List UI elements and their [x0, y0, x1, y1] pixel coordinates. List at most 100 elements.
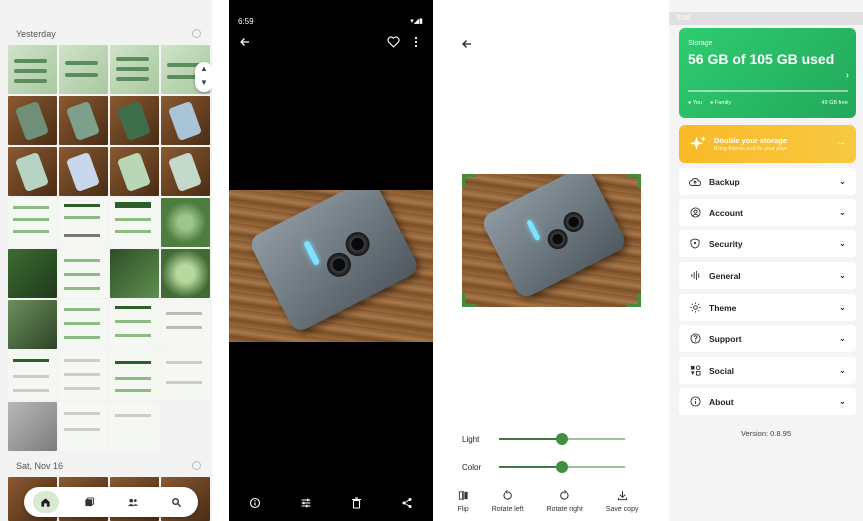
photo-thumb[interactable]	[59, 96, 108, 145]
double-storage-subtitle: Bring friends and fix your plan	[714, 146, 787, 152]
photo-thumb[interactable]	[59, 45, 108, 94]
share-icon[interactable]	[401, 497, 413, 509]
photo-editor-screen: Light Color Flip Rotate left Rotate righ…	[446, 0, 650, 521]
settings-item-theme[interactable]: Theme ⌄	[679, 294, 856, 321]
photo-thumb[interactable]	[161, 249, 210, 298]
double-storage-card[interactable]: Double your storage Bring friends and fi…	[679, 125, 856, 163]
storage-used-text: 56 GB of 105 GB used	[688, 51, 835, 67]
photo-thumb[interactable]	[161, 198, 210, 247]
crop-handle-top-right[interactable]	[627, 174, 641, 188]
nav-albums-button[interactable]	[76, 491, 102, 513]
photo-thumb[interactable]	[161, 300, 210, 349]
settings-item-account[interactable]: Account ⌄	[679, 199, 856, 226]
phone-in-photo	[479, 174, 629, 301]
storage-caption: Storage	[688, 40, 713, 47]
section-label-yesterday: Yesterday	[16, 29, 56, 39]
photo-thumb[interactable]	[110, 249, 159, 298]
photo-thumb[interactable]	[110, 402, 159, 451]
rotate-left-label: Rotate left	[491, 506, 524, 513]
legend-family: ● Family	[710, 100, 732, 106]
select-all-nov-16-icon[interactable]	[192, 461, 201, 470]
cloud-upload-icon	[689, 177, 701, 186]
settings-item-about[interactable]: About ⌄	[679, 388, 856, 415]
color-slider[interactable]	[499, 461, 625, 473]
rotate-left-icon	[503, 490, 512, 500]
info-icon	[689, 396, 701, 407]
status-icons: ▾◢▮	[410, 18, 423, 25]
photo-thumb[interactable]	[161, 96, 210, 145]
chevron-down-icon: ⌄	[838, 333, 846, 343]
rotate-left-button[interactable]: Rotate left	[492, 490, 524, 513]
crop-preview-photo[interactable]	[462, 174, 641, 307]
photo-thumb[interactable]	[8, 351, 57, 400]
adjust-icon[interactable]	[300, 497, 312, 509]
settings-item-security[interactable]: Security ⌄	[679, 230, 856, 257]
settings-item-support[interactable]: Support ⌄	[679, 325, 856, 352]
photo-thumb[interactable]	[8, 249, 57, 298]
photo-thumb[interactable]	[59, 249, 108, 298]
photo-thumb[interactable]	[59, 198, 108, 247]
nav-home-button[interactable]	[32, 491, 59, 513]
arrow-right-icon: →	[836, 137, 846, 148]
photo-thumb[interactable]	[8, 45, 57, 94]
photo-thumb[interactable]	[59, 402, 108, 451]
photo-thumb[interactable]	[110, 300, 159, 349]
photo-thumb[interactable]	[110, 45, 159, 94]
storage-usage-bar	[688, 90, 848, 92]
settings-item-backup[interactable]: Backup ⌄	[679, 168, 856, 195]
settings-item-label: About	[709, 396, 734, 407]
nav-people-button[interactable]	[120, 491, 146, 513]
photo-thumb[interactable]	[59, 351, 108, 400]
settings-item-label: General	[709, 270, 741, 281]
nav-search-button[interactable]	[163, 491, 189, 513]
crop-handle-bottom-right[interactable]	[627, 293, 641, 307]
sun-icon	[689, 302, 701, 313]
color-slider-thumb[interactable]	[556, 461, 568, 473]
photo-thumb[interactable]	[161, 147, 210, 196]
photo-thumb[interactable]	[110, 351, 159, 400]
delete-icon[interactable]	[351, 497, 362, 509]
back-arrow-icon[interactable]	[461, 38, 473, 50]
select-all-yesterday-icon[interactable]	[192, 29, 201, 38]
main-photo[interactable]	[229, 190, 433, 342]
editor-toolbar: Flip Rotate left Rotate right Save copy	[446, 490, 650, 513]
photo-thumb[interactable]	[110, 96, 159, 145]
photo-thumb[interactable]	[161, 351, 210, 400]
settings-item-general[interactable]: General ⌄	[679, 262, 856, 289]
photo-thumb[interactable]	[8, 300, 57, 349]
chevron-down-icon: ⌄	[838, 270, 846, 280]
photo-thumb[interactable]	[59, 147, 108, 196]
favorite-heart-icon[interactable]	[387, 36, 400, 48]
storage-card[interactable]: Storage 56 GB of 105 GB used › ● You ● F…	[679, 28, 856, 118]
rotate-right-label: Rotate right	[546, 506, 583, 513]
help-circle-icon	[689, 333, 701, 344]
equalizer-icon	[690, 270, 699, 281]
photo-thumb[interactable]	[8, 147, 57, 196]
rotate-right-button[interactable]: Rotate right	[547, 490, 583, 513]
more-options-icon[interactable]	[413, 36, 419, 48]
photo-thumb[interactable]	[110, 198, 159, 247]
flip-button[interactable]: Flip	[457, 490, 469, 513]
photo-thumb[interactable]	[8, 402, 57, 451]
photo-thumb[interactable]	[8, 198, 57, 247]
back-arrow-icon[interactable]	[239, 36, 251, 48]
rotate-right-icon	[560, 490, 569, 500]
light-slider-thumb[interactable]	[556, 433, 568, 445]
settings-item-social[interactable]: Social ⌄	[679, 357, 856, 384]
photo-library-icon	[85, 496, 94, 506]
status-time: 6:58	[677, 15, 691, 22]
viewer-action-bar	[229, 497, 433, 509]
photo-thumb[interactable]	[110, 147, 159, 196]
photo-thumb[interactable]	[8, 96, 57, 145]
light-slider[interactable]	[499, 433, 625, 445]
empty-thumb	[161, 402, 210, 451]
flip-label: Flip	[457, 506, 469, 513]
save-copy-button[interactable]: Save copy	[606, 490, 638, 513]
crop-handle-top-left[interactable]	[462, 174, 476, 188]
fast-scroll-handle[interactable]: ▲ ▼	[195, 62, 212, 92]
status-time: 6:59	[238, 17, 254, 26]
crop-handle-bottom-left[interactable]	[462, 293, 476, 307]
chevron-down-icon: ⌄	[838, 238, 846, 248]
photo-thumb[interactable]	[59, 300, 108, 349]
info-icon[interactable]	[249, 497, 261, 509]
